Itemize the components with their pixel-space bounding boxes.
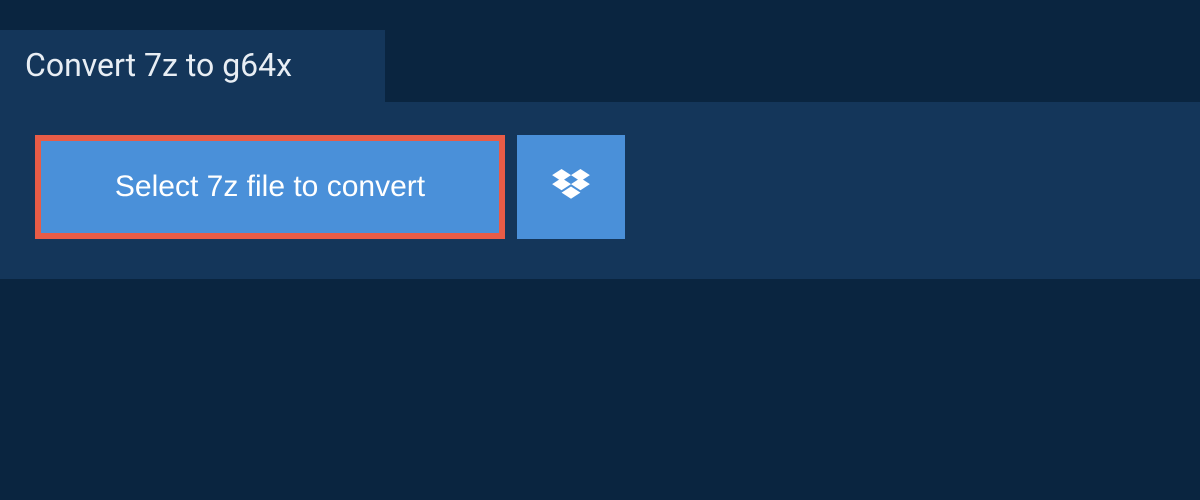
dropbox-button[interactable]	[517, 135, 625, 239]
tab-label: Convert 7z to g64x	[25, 46, 292, 84]
tab-convert[interactable]: Convert 7z to g64x	[0, 30, 385, 102]
button-row: Select 7z file to convert	[35, 135, 1165, 239]
select-file-button-label: Select 7z file to convert	[115, 170, 425, 204]
select-file-button[interactable]: Select 7z file to convert	[35, 135, 505, 239]
dropbox-icon	[552, 169, 590, 206]
convert-panel: Select 7z file to convert	[0, 102, 1200, 279]
